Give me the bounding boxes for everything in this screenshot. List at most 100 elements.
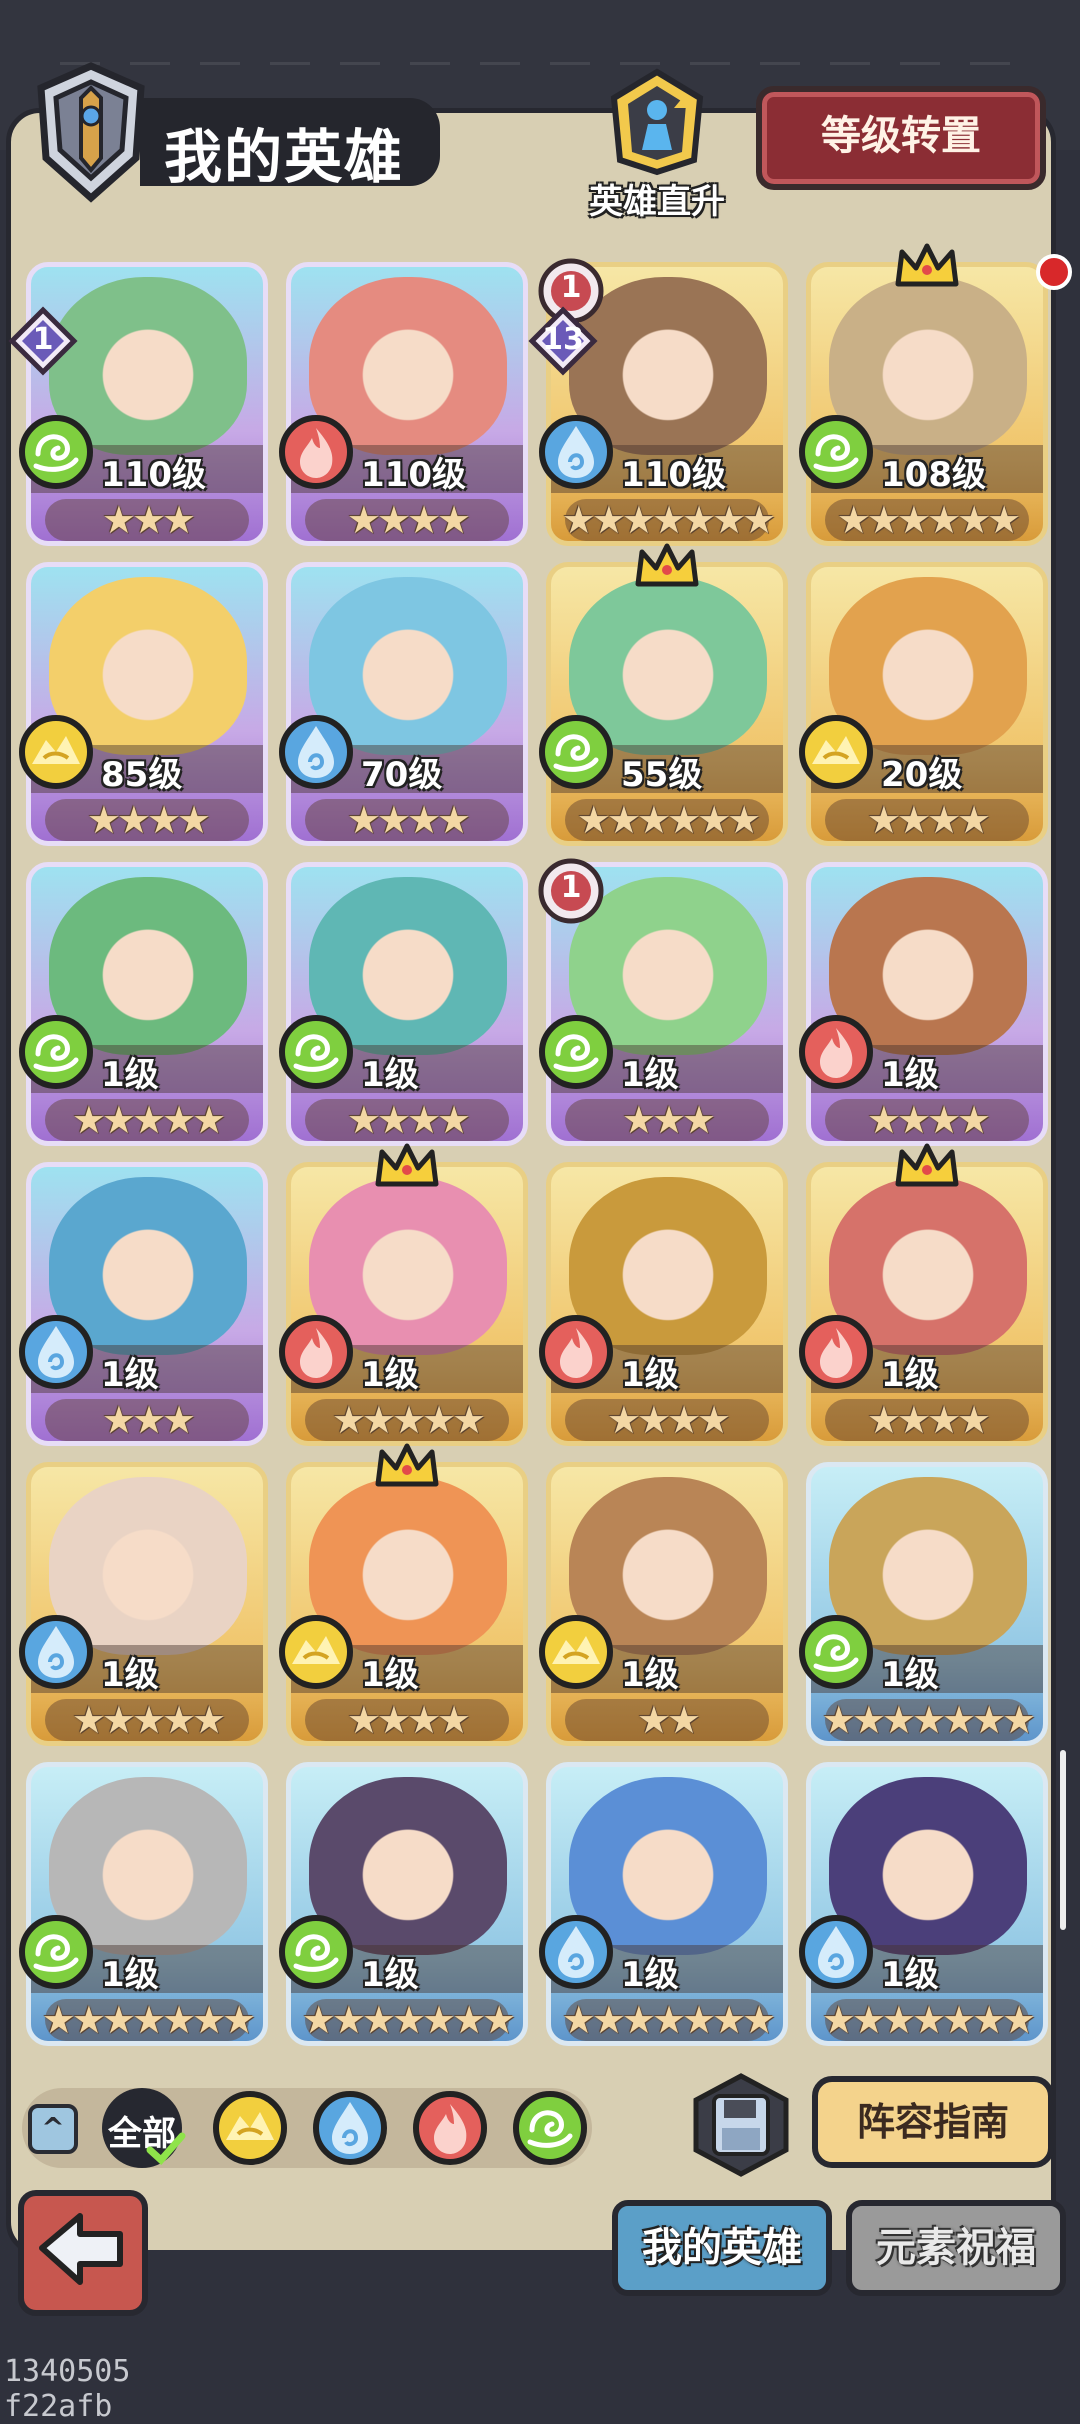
hero-card[interactable]: 108级 ★★★★★★ (806, 262, 1048, 546)
hero-card[interactable]: 1级 ★★★★ (806, 1162, 1048, 1446)
hero-stars: ★★★★ (346, 798, 471, 842)
hero-level: 1级 (881, 1355, 939, 1395)
hero-card[interactable]: 1级 ★★★★★★★ (806, 1762, 1048, 2046)
hero-card[interactable]: 1级 ★★★★★★★ (286, 1762, 528, 2046)
hero-stars: ★★★★ (866, 1098, 991, 1142)
filter-wind-button[interactable] (510, 2088, 590, 2168)
hero-level: 1级 (621, 1655, 679, 1695)
hero-level: 55级 (621, 755, 703, 795)
hero-card[interactable]: 70级 ★★★★ (286, 562, 528, 846)
fire-element-icon (413, 2091, 487, 2165)
level-transfer-button[interactable]: 等级转置 (756, 86, 1046, 190)
tab-element-blessing-label: 元素祝福 (876, 2225, 1036, 2271)
hero-level: 70级 (361, 755, 443, 795)
hero-level: 1级 (101, 1955, 159, 1995)
hero-stars: ★★★★★★★ (561, 498, 776, 542)
hero-upgrade-icon (610, 68, 704, 176)
crown-icon (892, 240, 962, 292)
hero-stars: ★★★★★★★ (821, 1998, 1036, 2042)
filter-fire-button[interactable] (410, 2088, 490, 2168)
hero-card[interactable]: 85级 ★★★★ (26, 562, 268, 846)
filter-earth-button[interactable] (210, 2088, 290, 2168)
hero-level: 110级 (361, 455, 466, 495)
watermark-text: 1340505 f22afb (4, 2354, 131, 2424)
hero-stars: ★★★★★ (71, 1098, 226, 1142)
tab-element-blessing[interactable]: 元素祝福 (846, 2200, 1066, 2296)
wind-element-icon (16, 412, 96, 492)
hero-level: 1级 (361, 1055, 419, 1095)
hero-level: 85级 (101, 755, 183, 795)
hero-level: 20级 (881, 755, 963, 795)
hero-stars: ★★★ (621, 1098, 716, 1142)
page-title-banner: 我的英雄 (140, 98, 440, 191)
hero-card[interactable]: 1级 ★★★★★ (26, 862, 268, 1146)
hero-stars: ★★★★ (86, 798, 211, 842)
wind-element-icon (16, 1912, 96, 1992)
helmet-icon (37, 62, 145, 203)
wind-element-icon (276, 1912, 356, 1992)
wind-element-icon (796, 1612, 876, 1692)
filter-all-button[interactable]: 全部 (102, 2088, 186, 2168)
hero-card[interactable]: 110级 ★★★ (26, 262, 268, 546)
fire-element-icon (796, 1312, 876, 1392)
lineup-guide-button[interactable]: 阵容指南 (812, 2076, 1054, 2168)
hero-level: 1级 (881, 1655, 939, 1695)
back-button[interactable] (18, 2190, 148, 2316)
hero-card[interactable]: 55级 ★★★★★★ (546, 562, 788, 846)
crown-icon (632, 540, 702, 592)
hero-card[interactable]: 1级 ★★★ (26, 1162, 268, 1446)
hero-card[interactable]: 20级 ★★★★ (806, 562, 1048, 846)
hero-stars: ★★★ (101, 1398, 196, 1442)
hero-level: 110级 (621, 455, 726, 495)
hero-stars: ★★★★★★ (836, 498, 1021, 542)
wind-element-icon (16, 1012, 96, 1092)
hero-card[interactable]: 1级 ★★★★★★★ (806, 1462, 1048, 1746)
hero-card[interactable]: 110级 ★★★★ (286, 262, 528, 546)
chevron-up-icon: ^ (41, 2111, 65, 2144)
collapse-button[interactable]: ^ (28, 2104, 78, 2154)
rank-number: 13 (542, 322, 584, 357)
hero-card[interactable]: 1级 ★★★★★★★ (546, 1762, 788, 2046)
hero-stars: ★★★★★★★ (561, 1998, 776, 2042)
hero-level: 1级 (101, 1355, 159, 1395)
crown-icon (892, 1140, 962, 1192)
water-element-icon (536, 412, 616, 492)
water-element-icon (536, 1912, 616, 1992)
save-lineup-icon[interactable] (688, 2072, 794, 2178)
hero-card[interactable]: 1级 ★★ (546, 1462, 788, 1746)
fire-element-icon (536, 1312, 616, 1392)
tab-my-heroes[interactable]: 我的英雄 (612, 2200, 832, 2296)
wind-element-icon (276, 1012, 356, 1092)
hero-stars: ★★★★ (346, 1098, 471, 1142)
water-element-icon (276, 712, 356, 792)
scrollbar[interactable] (1060, 1750, 1066, 1930)
hero-card[interactable]: 1级 ★★★★★ (26, 1462, 268, 1746)
rank-number: 1 (32, 322, 54, 357)
hero-stars: ★★★★★ (331, 1398, 486, 1442)
level-transfer-label: 等级转置 (821, 113, 981, 159)
filter-water-button[interactable] (310, 2088, 390, 2168)
hero-level: 1级 (621, 1955, 679, 1995)
top-bar-pattern (60, 62, 1020, 65)
wind-element-icon (513, 2091, 587, 2165)
hero-card[interactable]: 1级 ★★★★ (286, 862, 528, 1146)
element-filter-bar: ^ 全部 (22, 2082, 592, 2172)
hero-card[interactable]: 1级 ★★★★ (286, 1462, 528, 1746)
hero-card[interactable]: 1级 ★★★★ (806, 862, 1048, 1146)
fire-element-icon (276, 412, 356, 492)
check-icon (146, 2132, 186, 2165)
hero-upgrade-button[interactable]: 英雄直升 (582, 68, 732, 222)
hero-card[interactable]: 1级 ★★★★ (546, 1162, 788, 1446)
hero-stars: ★★★★★★ (576, 798, 761, 842)
wind-element-icon (796, 412, 876, 492)
earth-element-icon (276, 1612, 356, 1692)
hero-stars: ★★★★ (866, 798, 991, 842)
water-element-icon (16, 1612, 96, 1692)
earth-element-icon (796, 712, 876, 792)
hero-level: 1级 (101, 1655, 159, 1695)
water-element-icon (313, 2091, 387, 2165)
hero-card[interactable]: 1级 ★★★★★ (286, 1162, 528, 1446)
earth-element-icon (16, 712, 96, 792)
hero-stars: ★★★★ (346, 498, 471, 542)
hero-card[interactable]: 1级 ★★★★★★★ (26, 1762, 268, 2046)
